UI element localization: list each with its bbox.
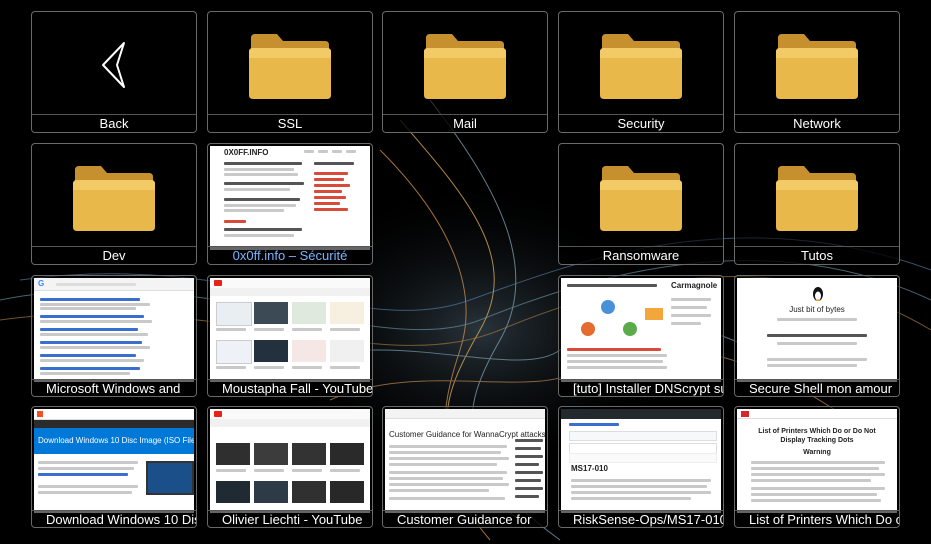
folder-icon xyxy=(424,34,506,99)
tile-label: List of Printers Which Do or xyxy=(735,510,899,527)
warning-heading: Warning xyxy=(803,449,831,456)
tile-label: 0x0ff.info – Sécurité xyxy=(208,246,372,264)
folder-icon xyxy=(600,166,682,231)
tile-label: Network xyxy=(735,114,899,132)
folder-icon xyxy=(776,166,858,231)
tile-label: Ransomware xyxy=(559,246,723,264)
bookmark-secure-shell[interactable]: Just bit of bytes Secure Shell mon amour xyxy=(734,275,900,397)
page-heading: Download Windows 10 Disc Image (ISO File… xyxy=(38,437,194,445)
folder-icon xyxy=(600,34,682,99)
tile-back[interactable]: Back xyxy=(31,11,197,133)
page-thumbnail: G xyxy=(34,278,194,382)
bookmark-wannacrypt-guidance[interactable]: Customer Guidance for WannaCrypt attacks… xyxy=(382,406,548,528)
folder-icon xyxy=(249,34,331,99)
tile-label: Mail xyxy=(383,114,547,132)
tile-label: Tutos xyxy=(735,246,899,264)
folder-security[interactable]: Security xyxy=(558,11,724,133)
page-thumbnail: 0X0FF.INFO xyxy=(210,146,370,250)
page-thumbnail: MS17-010 xyxy=(561,409,721,513)
bookmark-olivier-liechti-youtube[interactable]: Olivier Liechti - YouTube xyxy=(207,406,373,528)
bookmark-printers-tracking-dots[interactable]: List of Printers Which Do or Do Not Disp… xyxy=(734,406,900,528)
site-title: 0X0FF.INFO xyxy=(224,149,269,157)
page-thumbnail: Customer Guidance for WannaCrypt attacks xyxy=(385,409,545,513)
page-heading: Customer Guidance for WannaCrypt attacks xyxy=(389,431,545,439)
folder-icon xyxy=(73,166,155,231)
tile-label: Olivier Liechti - YouTube xyxy=(208,510,372,527)
tile-label: [tuto] Installer DNScrypt sur xyxy=(559,379,723,396)
bookmark-0x0ff[interactable]: 0X0FF.INFO 0x0ff.info – Sécurité xyxy=(207,143,373,265)
chevron-left-icon xyxy=(102,42,125,88)
page-thumbnail: Carmagnole xyxy=(561,278,721,382)
page-thumbnail: List of Printers Which Do or Do Not Disp… xyxy=(737,409,897,513)
folder-mail[interactable]: Mail xyxy=(382,11,548,133)
page-thumbnail xyxy=(210,409,370,513)
tile-label: Secure Shell mon amour xyxy=(735,379,899,396)
tile-label: Download Windows 10 Disc xyxy=(32,510,196,527)
tile-label: Security xyxy=(559,114,723,132)
tile-label: SSL xyxy=(208,114,372,132)
folder-dev[interactable]: Dev xyxy=(31,143,197,265)
tile-label: Back xyxy=(32,114,196,132)
bookmark-microsoft-windows[interactable]: G Microsoft Windows and xyxy=(31,275,197,397)
page-thumbnail xyxy=(210,278,370,382)
folder-ssl[interactable]: SSL xyxy=(207,11,373,133)
readme-title: MS17-010 xyxy=(571,465,608,473)
page-thumbnail: Download Windows 10 Disc Image (ISO File… xyxy=(34,409,194,513)
tile-label: Moustapha Fall - YouTube xyxy=(208,379,372,396)
tile-label: Microsoft Windows and xyxy=(32,379,196,396)
blog-title: Just bit of bytes xyxy=(789,306,845,314)
folder-icon xyxy=(776,34,858,99)
bookmark-moustapha-fall-youtube[interactable]: Moustapha Fall - YouTube xyxy=(207,275,373,397)
page-thumbnail: Just bit of bytes xyxy=(737,278,897,382)
folder-network[interactable]: Network xyxy=(734,11,900,133)
folder-tutos[interactable]: Tutos xyxy=(734,143,900,265)
tile-label: RiskSense-Ops/MS17-010: xyxy=(559,510,723,527)
article-title: List of Printers Which Do or Do Not Disp… xyxy=(758,428,876,444)
bookmark-download-windows10[interactable]: Download Windows 10 Disc Image (ISO File… xyxy=(31,406,197,528)
site-brand: Carmagnole xyxy=(671,282,718,290)
tile-label: Customer Guidance for xyxy=(383,510,547,527)
bookmark-dnscrypt-tuto[interactable]: Carmagnole [tuto] Installer DNScrypt sur xyxy=(558,275,724,397)
tile-label: Dev xyxy=(32,246,196,264)
penguin-icon xyxy=(813,287,823,301)
folder-ransomware[interactable]: Ransomware xyxy=(558,143,724,265)
bookmark-risksense-ms17-010[interactable]: MS17-010 RiskSense-Ops/MS17-010: xyxy=(558,406,724,528)
